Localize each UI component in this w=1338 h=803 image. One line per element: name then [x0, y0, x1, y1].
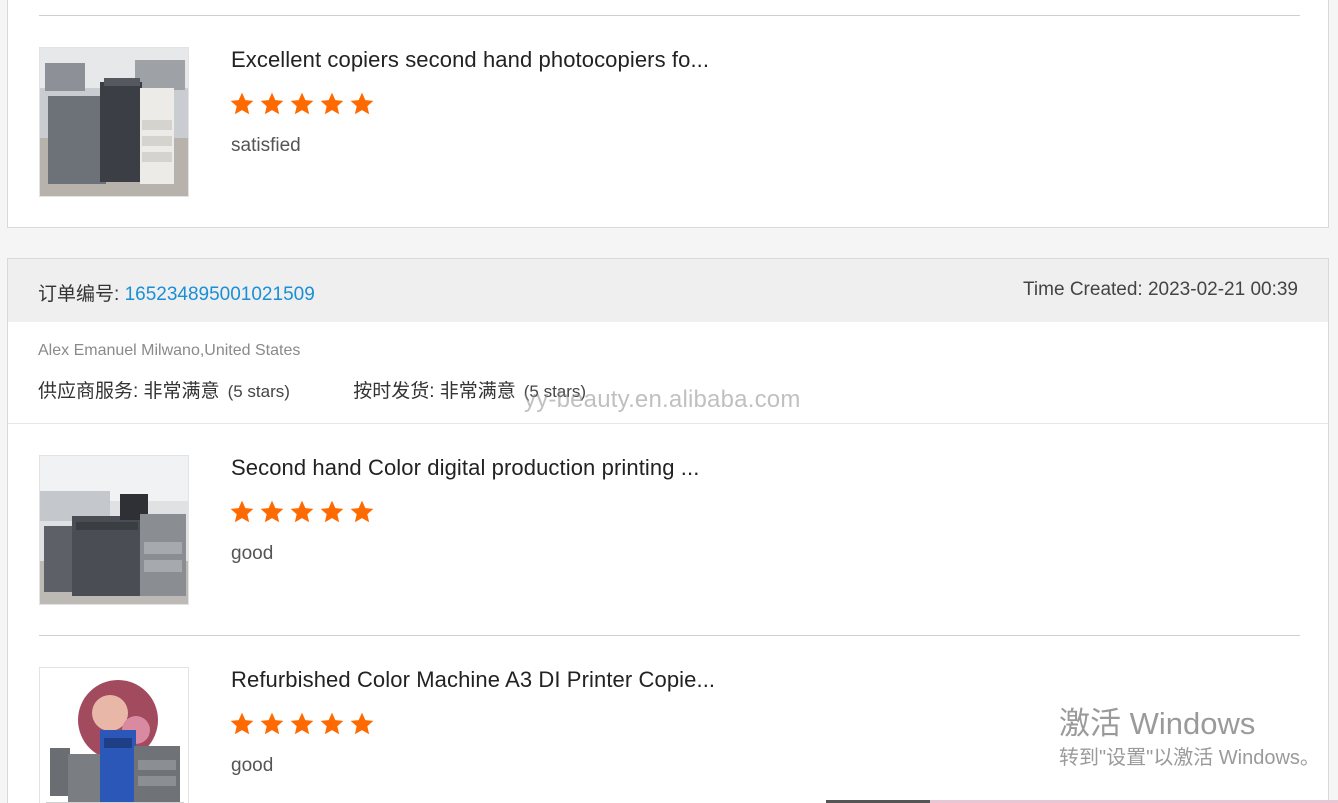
product-thumbnail[interactable]: [39, 455, 189, 605]
star-icon: [230, 712, 254, 735]
order-number-label: 订单编号:: [38, 284, 125, 305]
copier-photo-image: [40, 48, 188, 196]
on-time-shipping-stars: (5 stars): [523, 382, 587, 401]
review-comment: satisfied: [231, 135, 301, 156]
star-icon: [350, 92, 374, 115]
star-icon: [260, 712, 284, 735]
star-icon: [260, 500, 284, 523]
rating-stars: [229, 499, 375, 525]
time-created: Time Created: 2023-02-21 00:39: [1023, 279, 1298, 300]
on-time-shipping-label: 按时发货: 非常满意: [353, 381, 516, 402]
star-icon: [320, 92, 344, 115]
product-title-link[interactable]: Excellent copiers second hand photocopie…: [231, 47, 709, 73]
item-divider: [39, 15, 1300, 16]
supplier-service-label: 供应商服务: 非常满意: [38, 381, 220, 402]
order-number-link[interactable]: 165234895001021509: [125, 284, 315, 305]
star-icon: [350, 500, 374, 523]
review-item: Excellent copiers second hand photocopie…: [39, 47, 1300, 197]
order-header: 订单编号: 165234895001021509 Time Created: 2…: [8, 259, 1328, 322]
item-divider: [39, 635, 1300, 636]
rating-stars: [229, 711, 375, 737]
review-card-previous: Excellent copiers second hand photocopie…: [7, 0, 1329, 228]
supplier-service-rating: 供应商服务: 非常满意 (5 stars): [38, 376, 290, 403]
product-title-link[interactable]: Second hand Color digital production pri…: [231, 455, 699, 481]
star-icon: [230, 500, 254, 523]
section-divider: [8, 423, 1328, 424]
order-review-card: 订单编号: 165234895001021509 Time Created: 2…: [7, 258, 1329, 803]
rating-stars: [229, 91, 375, 117]
review-comment: good: [231, 543, 274, 564]
product-thumbnail[interactable]: [39, 47, 189, 197]
production-printer-image: [40, 456, 188, 604]
on-time-shipping-rating: 按时发货: 非常满意 (5 stars): [353, 376, 586, 403]
product-thumbnail[interactable]: [39, 667, 189, 803]
star-icon: [350, 712, 374, 735]
star-icon: [320, 500, 344, 523]
review-comment: good: [231, 755, 274, 776]
review-item: Second hand Color digital production pri…: [39, 455, 1300, 605]
order-number-row: 订单编号: 165234895001021509: [38, 279, 315, 306]
star-icon: [290, 500, 314, 523]
star-icon: [260, 92, 284, 115]
product-title-link[interactable]: Refurbished Color Machine A3 DI Printer …: [231, 667, 715, 693]
star-icon: [290, 712, 314, 735]
star-icon: [290, 92, 314, 115]
star-icon: [320, 712, 344, 735]
buyer-name: Alex Emanuel Milwano,United States: [38, 342, 301, 359]
color-copier-image: [40, 668, 188, 803]
star-icon: [230, 92, 254, 115]
seller-ratings: 供应商服务: 非常满意 (5 stars) 按时发货: 非常满意 (5 stars): [38, 376, 644, 403]
review-item: Refurbished Color Machine A3 DI Printer …: [39, 667, 1300, 803]
supplier-service-stars: (5 stars): [227, 382, 290, 401]
